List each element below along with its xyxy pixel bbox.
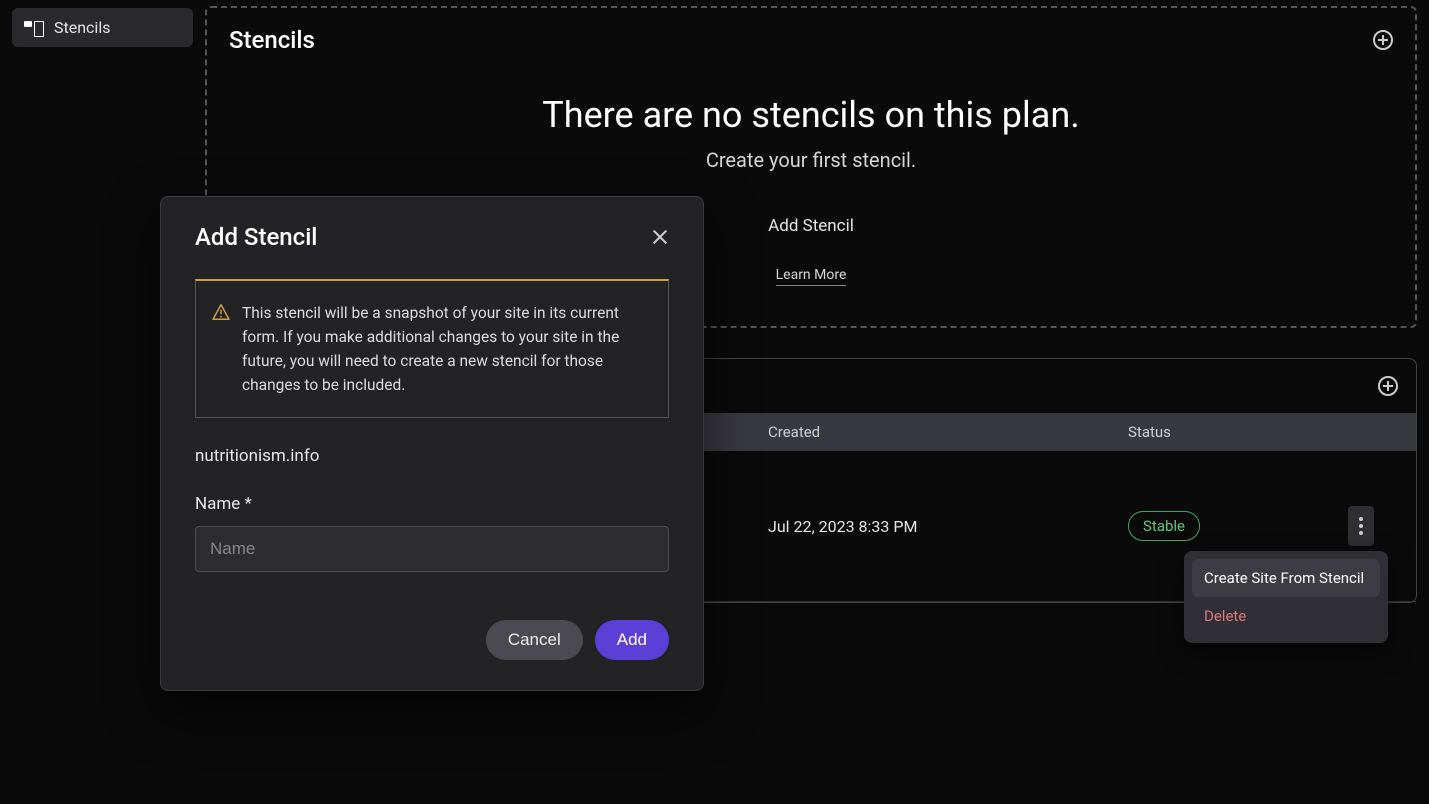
name-label: Name * xyxy=(195,494,669,514)
add-stencil-icon[interactable] xyxy=(1378,376,1398,396)
panel-title: Stencils xyxy=(229,26,315,54)
menu-create-site[interactable]: Create Site From Stencil xyxy=(1192,559,1380,597)
warning-text: This stencil will be a snapshot of your … xyxy=(242,304,619,394)
cancel-button[interactable]: Cancel xyxy=(486,620,583,660)
status-badge: Stable xyxy=(1128,511,1200,541)
sidebar-item-stencils[interactable]: Stencils xyxy=(12,8,193,47)
row-actions-menu: Create Site From Stencil Delete xyxy=(1184,551,1388,643)
add-stencil-modal: Add Stencil This stencil will be a snaps… xyxy=(160,196,704,691)
menu-delete[interactable]: Delete xyxy=(1192,597,1380,635)
site-name: nutritionism.info xyxy=(195,446,669,466)
stencils-icon xyxy=(24,21,42,35)
close-icon[interactable] xyxy=(651,228,669,246)
column-created: Created xyxy=(768,423,1128,441)
modal-title: Add Stencil xyxy=(195,223,317,251)
row-created: Jul 22, 2023 8:33 PM xyxy=(768,517,1128,536)
learn-more-link[interactable]: Learn More xyxy=(776,267,847,286)
row-actions-button[interactable] xyxy=(1348,506,1374,546)
empty-heading: There are no stencils on this plan. xyxy=(229,94,1393,136)
empty-subheading: Create your first stencil. xyxy=(229,148,1393,172)
add-stencil-icon[interactable] xyxy=(1373,30,1393,50)
warning-icon xyxy=(212,303,230,319)
add-button[interactable]: Add xyxy=(595,620,669,660)
name-input[interactable] xyxy=(195,526,669,572)
column-status: Status xyxy=(1128,423,1348,441)
sidebar-item-label: Stencils xyxy=(54,18,110,37)
warning-box: This stencil will be a snapshot of your … xyxy=(195,279,669,418)
